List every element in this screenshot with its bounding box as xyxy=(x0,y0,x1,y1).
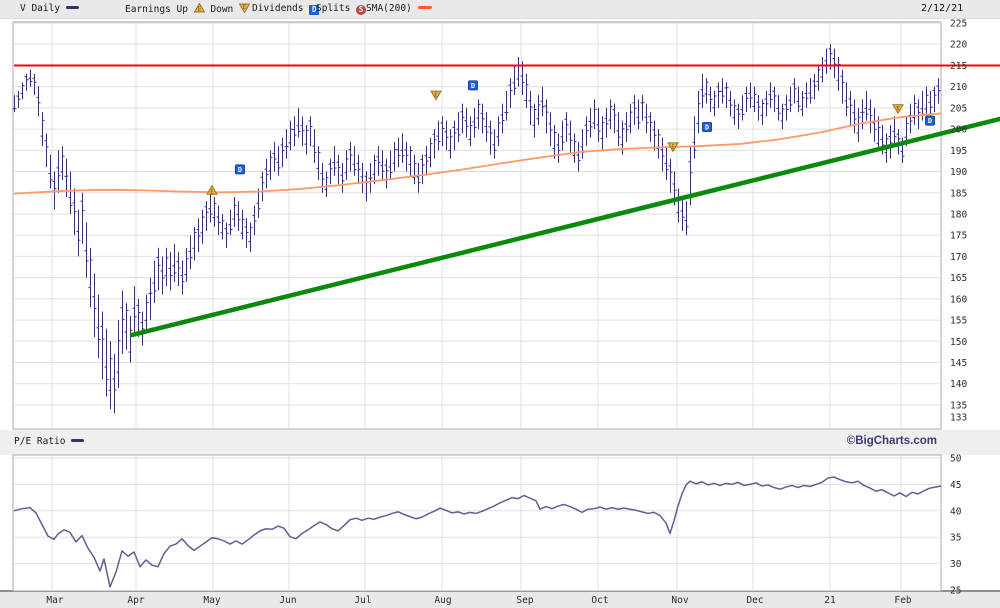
pe-tick-label: 30 xyxy=(950,559,962,570)
month-tick-label: May xyxy=(203,595,220,606)
price-tick-label: 175 xyxy=(950,231,967,242)
price-tick-label: 220 xyxy=(950,40,967,51)
price-tick-label: 190 xyxy=(950,167,967,178)
price-and-pe-chart: D D D D E E E E 225 220 215 210 205 200 195 190 185 180 1… xyxy=(12,19,1000,606)
month-tick-label: Feb xyxy=(894,595,911,606)
price-tick-label: 195 xyxy=(950,146,967,157)
price-tick-label: 225 xyxy=(950,19,967,30)
price-tick-label: 170 xyxy=(950,252,967,263)
dividend-marker: D xyxy=(702,121,712,132)
dividend-marker: D xyxy=(468,80,478,91)
svg-text:D: D xyxy=(471,82,475,90)
price-tick-label: 165 xyxy=(950,273,967,284)
pe-tick-label: 45 xyxy=(950,480,961,491)
svg-text:D: D xyxy=(238,166,242,174)
price-tick-label: 205 xyxy=(950,103,967,114)
svg-text:D: D xyxy=(705,124,709,132)
month-tick-label: Mar xyxy=(46,595,63,606)
price-tick-label: 135 xyxy=(950,400,967,411)
price-tick-label: 185 xyxy=(950,188,967,199)
month-tick-label: Dec xyxy=(746,595,763,606)
price-tick-label: 155 xyxy=(950,316,967,327)
month-tick-label: Sep xyxy=(516,595,533,606)
pe-tick-label: 50 xyxy=(950,454,962,465)
svg-text:E: E xyxy=(434,93,437,99)
svg-text:D: D xyxy=(928,117,932,125)
month-tick-label: Nov xyxy=(671,595,688,606)
month-tick-label: Jun xyxy=(279,595,296,606)
price-tick-label: 210 xyxy=(950,82,967,93)
month-tick-label: Oct xyxy=(591,595,608,606)
month-tick-label: Apr xyxy=(127,595,144,606)
pe-tick-label: 25 xyxy=(950,586,961,597)
pe-panel xyxy=(12,454,942,592)
price-tick-label: 150 xyxy=(950,337,967,348)
svg-text:E: E xyxy=(896,106,899,112)
price-tick-label: 215 xyxy=(950,61,967,72)
month-tick-label: Aug xyxy=(434,595,451,606)
price-tick-label: 180 xyxy=(950,209,967,220)
chart-panels xyxy=(12,21,942,592)
price-tick-label: 160 xyxy=(950,294,967,305)
month-tick-label: Jul xyxy=(354,595,371,606)
bigcharts-screenshot: V Daily Earnings Up E Down E Dividends D… xyxy=(0,0,1000,608)
dividend-marker: D xyxy=(235,164,245,175)
pe-tick-label: 40 xyxy=(950,506,962,517)
pe-tick-label: 35 xyxy=(950,533,961,544)
price-tick-label: 200 xyxy=(950,125,967,136)
dividend-marker: D xyxy=(925,115,935,126)
svg-text:E: E xyxy=(671,144,674,150)
price-min-label: 133 xyxy=(950,412,967,423)
svg-text:E: E xyxy=(210,190,213,196)
price-tick-label: 140 xyxy=(950,379,967,390)
month-tick-label: 21 xyxy=(824,595,836,606)
price-tick-label: 145 xyxy=(950,358,967,369)
